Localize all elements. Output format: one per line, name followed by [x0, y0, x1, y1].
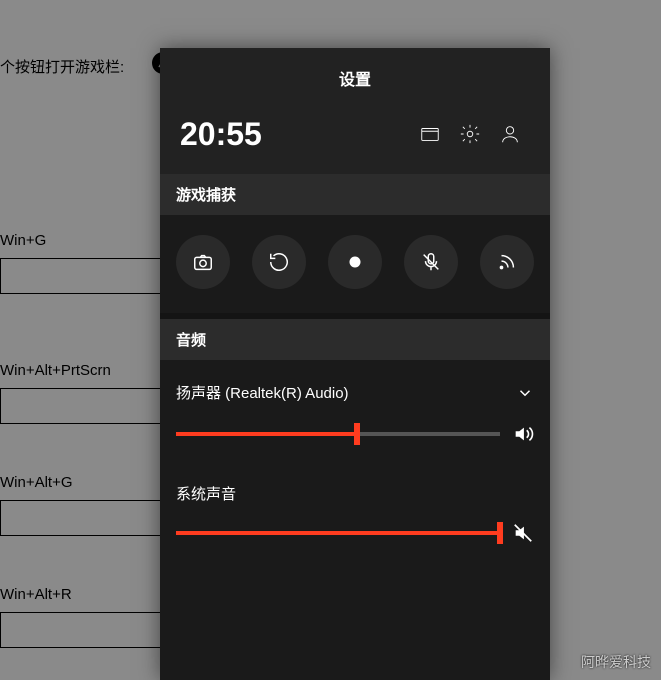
bg-shortcut-label: Win+Alt+PrtScrn	[0, 362, 111, 379]
device-volume-slider[interactable]	[176, 432, 500, 436]
bg-shortcut-label: Win+G	[0, 232, 46, 249]
panel-title: 设置	[160, 48, 550, 104]
time-row: 20:55	[160, 104, 550, 174]
chevron-down-icon	[516, 384, 534, 402]
bg-shortcut-label: Win+Alt+G	[0, 474, 73, 491]
broadcast-button[interactable]	[480, 235, 534, 289]
watermark: 阿晔爱科技	[581, 652, 651, 672]
bg-shortcut-input[interactable]	[0, 612, 178, 648]
bg-shortcut-input[interactable]	[0, 258, 178, 294]
bg-shortcut-input[interactable]	[0, 388, 178, 424]
gamebar-panel: 设置 20:55 游戏捕获 音频 扬声器	[160, 48, 550, 680]
audio-device-selector[interactable]: 扬声器 (Realtek(R) Audio)	[176, 368, 534, 409]
bg-shortcut-label: Win+Alt+R	[0, 586, 72, 603]
audio-device-label: 扬声器 (Realtek(R) Audio)	[176, 382, 349, 403]
audio-header: 音频	[160, 319, 550, 360]
system-audio-label: 系统声音	[176, 475, 534, 508]
bg-open-gamebar-label: 个按钮打开游戏栏:	[0, 56, 124, 77]
capture-header: 游戏捕获	[160, 174, 550, 215]
system-volume-slider[interactable]	[176, 531, 500, 535]
account-button[interactable]	[490, 114, 530, 154]
clock: 20:55	[180, 116, 410, 153]
screenshot-button[interactable]	[176, 235, 230, 289]
bg-shortcut-input[interactable]	[0, 500, 178, 536]
speaker-muted-icon[interactable]	[512, 522, 534, 544]
record-button[interactable]	[328, 235, 382, 289]
settings-button[interactable]	[450, 114, 490, 154]
captures-folder-button[interactable]	[410, 114, 450, 154]
speaker-icon[interactable]	[512, 423, 534, 445]
record-last-button[interactable]	[252, 235, 306, 289]
capture-controls	[160, 215, 550, 313]
mic-toggle-button[interactable]	[404, 235, 458, 289]
